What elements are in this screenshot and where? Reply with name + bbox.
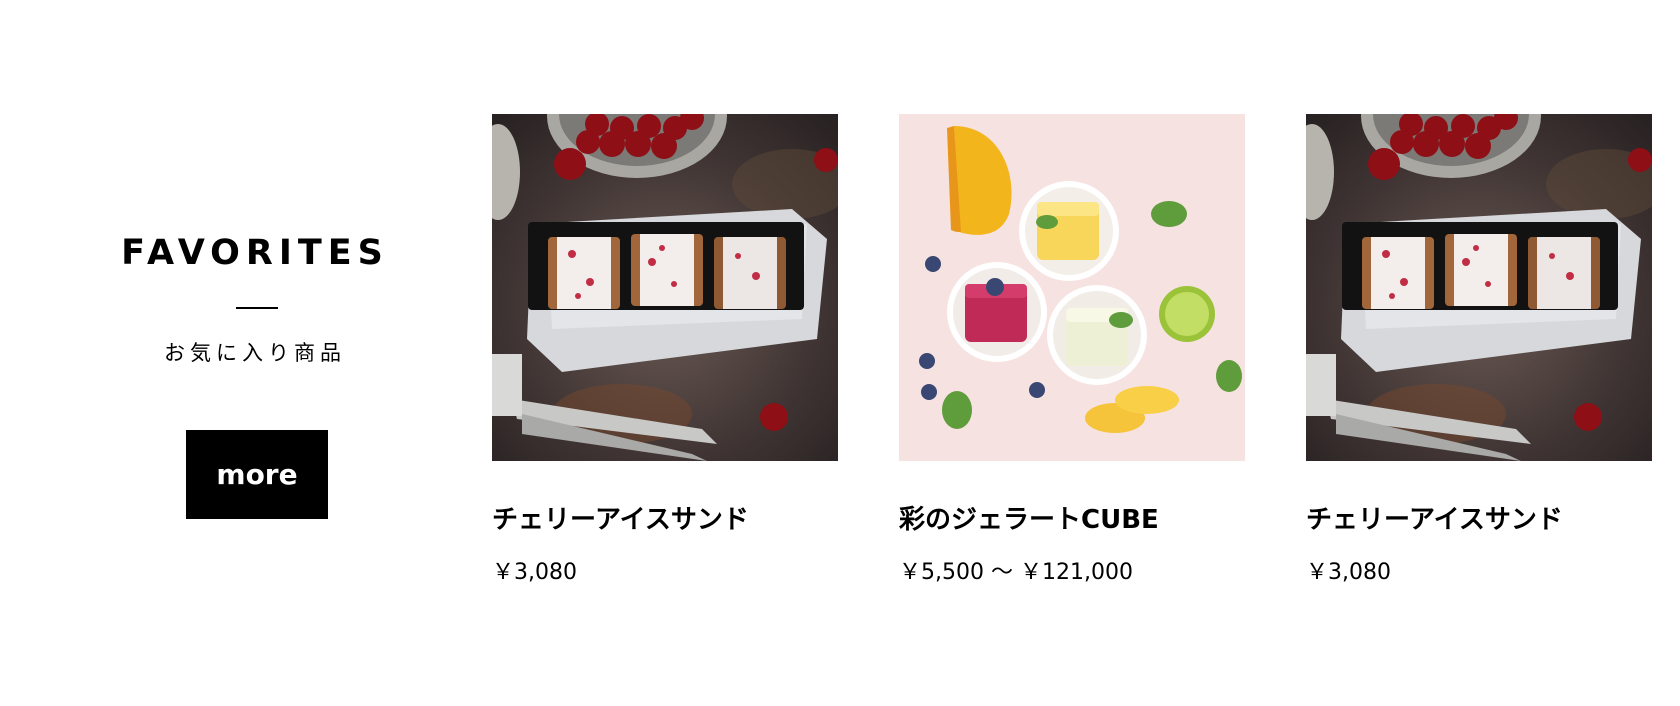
product-name[interactable]: チェリーアイスサンド <box>1306 503 1652 537</box>
section-title: FAVORITES <box>121 233 389 273</box>
product-price: ￥3,080 <box>1306 560 1391 585</box>
product-image-link[interactable] <box>899 114 1245 461</box>
title-divider <box>236 307 278 309</box>
product-card[interactable]: チェリーアイスサンド ￥3,080 <box>1306 114 1652 587</box>
section-subtitle: お気に入り商品 <box>164 341 346 365</box>
product-card[interactable]: チェリーアイスサンド ￥3,080 <box>492 114 838 587</box>
product-name[interactable]: 彩のジェラートCUBE <box>899 503 1245 537</box>
product-price: ￥3,080 <box>492 560 577 585</box>
gelato-cube-photo <box>899 114 1245 461</box>
product-name[interactable]: チェリーアイスサンド <box>492 503 838 537</box>
product-image-link[interactable] <box>492 114 838 461</box>
cherry-ice-sandwich-photo <box>1306 114 1652 461</box>
favorites-intro: FAVORITES お気に入り商品 more <box>90 0 420 706</box>
product-price: ￥5,500 〜 ￥121,000 <box>899 560 1133 585</box>
product-image-link[interactable] <box>1306 114 1652 461</box>
more-button[interactable]: more <box>186 430 328 519</box>
cherry-ice-sandwich-photo <box>492 114 838 461</box>
product-card[interactable]: 彩のジェラートCUBE ￥5,500 〜 ￥121,000 <box>899 114 1245 587</box>
